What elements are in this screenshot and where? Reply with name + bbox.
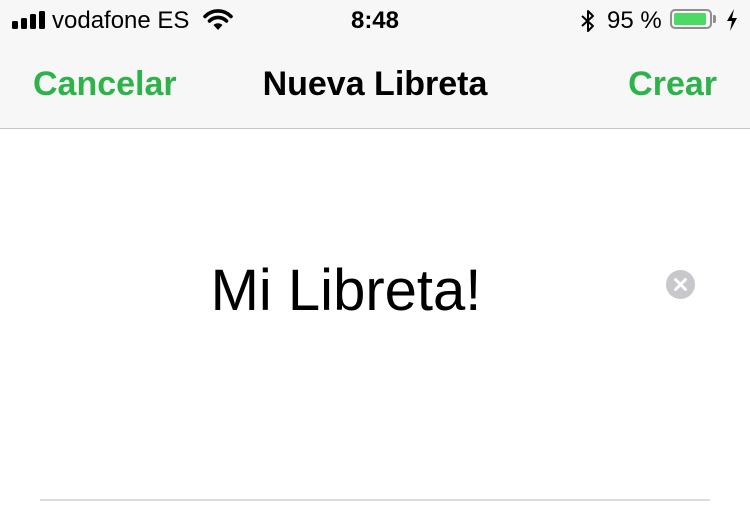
new-notebook-screen: vodafone ES 8:48 95 % Cancelar Nueva Lib… bbox=[0, 0, 750, 523]
page-title: Nueva Libreta bbox=[262, 65, 488, 103]
bluetooth-icon bbox=[580, 9, 596, 38]
create-button[interactable]: Crear bbox=[628, 64, 717, 104]
status-bar: vodafone ES 8:48 95 % bbox=[0, 0, 750, 40]
field-underline bbox=[40, 499, 710, 501]
battery-percent: 95 % bbox=[607, 7, 662, 34]
cancel-button[interactable]: Cancelar bbox=[33, 64, 177, 104]
battery-level bbox=[674, 13, 707, 25]
status-time: 8:48 bbox=[350, 7, 400, 34]
charging-icon bbox=[725, 8, 739, 37]
top-bar: vodafone ES 8:48 95 % Cancelar Nueva Lib… bbox=[0, 0, 750, 129]
battery-cap bbox=[713, 15, 716, 23]
signal-icon bbox=[12, 11, 46, 29]
carrier-name: vodafone ES bbox=[52, 7, 190, 34]
battery-icon bbox=[670, 9, 712, 29]
wifi-icon bbox=[203, 9, 233, 36]
clear-icon[interactable] bbox=[666, 270, 695, 299]
notebook-name-field bbox=[40, 240, 710, 340]
notebook-name-input[interactable] bbox=[40, 240, 652, 340]
